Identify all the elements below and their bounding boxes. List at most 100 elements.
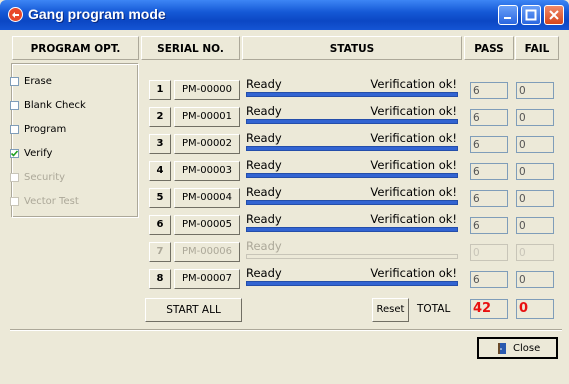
gang-program-window: Gang program mode PROGRAM OPT. SERIAL NO… <box>0 0 569 384</box>
row-progress-bar <box>246 227 458 232</box>
row-pass-field: 6 <box>470 82 508 99</box>
row-result-text: Verification ok! <box>370 104 457 118</box>
start-all-label: START ALL <box>166 304 221 316</box>
row-result-text: Verification ok! <box>370 266 457 280</box>
row-fail-field: 0 <box>516 136 554 153</box>
row-number-button[interactable]: 3 <box>149 134 171 154</box>
row-result-text: Verification ok! <box>370 77 457 91</box>
row-number-button[interactable]: 5 <box>149 188 171 208</box>
row-state-text: Ready <box>246 77 282 91</box>
row-state-text: Ready <box>246 158 282 172</box>
option-verify[interactable]: Verify <box>10 146 53 162</box>
row-result-text: Verification ok! <box>370 158 457 172</box>
option-program[interactable]: Program <box>10 122 67 138</box>
header-pass: PASS <box>464 36 514 60</box>
row-number-button[interactable]: 1 <box>149 80 171 100</box>
row-state-text: Ready <box>246 185 282 199</box>
option-checkbox[interactable] <box>10 125 19 134</box>
row-state-text: Ready <box>246 239 282 253</box>
row-number-button[interactable]: 6 <box>149 215 171 235</box>
row-result-text: Verification ok! <box>370 212 457 226</box>
row-pass-field: 6 <box>470 136 508 153</box>
row-progress-bar <box>246 281 458 286</box>
row-progress-bar <box>246 173 458 178</box>
row-number-button[interactable]: 8 <box>149 269 171 289</box>
row-pass-field: 6 <box>470 109 508 126</box>
row-number-button[interactable]: 4 <box>149 161 171 181</box>
app-icon <box>8 7 23 22</box>
row-state-text: Ready <box>246 266 282 280</box>
row-pass-field: 6 <box>470 190 508 207</box>
option-checkbox <box>10 173 19 182</box>
total-label: TOTAL <box>417 303 451 315</box>
serial-number-button[interactable]: PM-00003 <box>174 161 240 181</box>
row-result-text: Verification ok! <box>370 185 457 199</box>
row-result-text: Verification ok! <box>370 131 457 145</box>
row-pass-field: 6 <box>470 163 508 180</box>
minimize-button[interactable] <box>498 5 518 25</box>
door-exit-icon <box>498 343 506 354</box>
check-icon <box>10 150 19 157</box>
minimize-icon <box>504 17 511 19</box>
row-progress-bar <box>246 146 458 151</box>
row-pass-field: 6 <box>470 217 508 234</box>
option-checkbox[interactable] <box>10 77 19 86</box>
option-label: Blank Check <box>24 100 86 111</box>
serial-number-button[interactable]: PM-00005 <box>174 215 240 235</box>
option-label: Vector Test <box>24 196 79 207</box>
close-icon <box>549 10 559 20</box>
close-button[interactable]: Close <box>477 337 558 359</box>
row-fail-field: 0 <box>516 271 554 288</box>
maximize-button[interactable] <box>521 5 541 25</box>
serial-number-button[interactable]: PM-00007 <box>174 269 240 289</box>
header-status: STATUS <box>242 36 462 60</box>
row-progress-bar <box>246 119 458 124</box>
option-label: Security <box>24 172 66 183</box>
separator <box>10 329 562 331</box>
serial-number-button[interactable]: PM-00004 <box>174 188 240 208</box>
row-fail-field: 0 <box>516 163 554 180</box>
total-fail-field: 0 <box>516 299 554 319</box>
row-number-button[interactable]: 2 <box>149 107 171 127</box>
option-checkbox[interactable] <box>10 149 19 158</box>
close-window-button[interactable] <box>544 5 564 25</box>
row-fail-field: 0 <box>516 82 554 99</box>
row-number-button: 7 <box>149 242 171 262</box>
option-label: Program <box>24 124 67 135</box>
row-pass-field: 6 <box>470 271 508 288</box>
row-state-text: Ready <box>246 131 282 145</box>
row-state-text: Ready <box>246 212 282 226</box>
serial-number-button[interactable]: PM-00002 <box>174 134 240 154</box>
header-fail: FAIL <box>515 36 559 60</box>
option-checkbox[interactable] <box>10 101 19 110</box>
row-progress-bar <box>246 200 458 205</box>
close-label: Close <box>513 343 541 354</box>
serial-number-button[interactable]: PM-00000 <box>174 80 240 100</box>
serial-number-button: PM-00006 <box>174 242 240 262</box>
row-state-text: Ready <box>246 104 282 118</box>
row-fail-field: 0 <box>516 190 554 207</box>
row-fail-field: 0 <box>516 109 554 126</box>
row-fail-field: 0 <box>516 244 554 261</box>
title-bar[interactable]: Gang program mode <box>0 0 569 30</box>
option-erase[interactable]: Erase <box>10 74 52 90</box>
option-label: Erase <box>24 76 52 87</box>
row-fail-field: 0 <box>516 217 554 234</box>
row-pass-field: 0 <box>470 244 508 261</box>
reset-label: Reset <box>376 304 405 315</box>
start-all-button[interactable]: START ALL <box>145 298 242 322</box>
row-progress-bar <box>246 254 458 259</box>
option-security: Security <box>10 170 66 186</box>
total-pass-field: 42 <box>470 299 508 319</box>
option-label: Verify <box>24 148 53 159</box>
option-blank-check[interactable]: Blank Check <box>10 98 86 114</box>
serial-number-button[interactable]: PM-00001 <box>174 107 240 127</box>
window-title: Gang program mode <box>28 6 166 22</box>
option-checkbox <box>10 197 19 206</box>
maximize-icon <box>525 9 537 21</box>
header-program-opt: PROGRAM OPT. <box>12 36 139 60</box>
option-vector-test: Vector Test <box>10 194 79 210</box>
reset-button[interactable]: Reset <box>372 298 409 322</box>
header-serial-no: SERIAL NO. <box>141 36 240 60</box>
row-progress-bar <box>246 92 458 97</box>
